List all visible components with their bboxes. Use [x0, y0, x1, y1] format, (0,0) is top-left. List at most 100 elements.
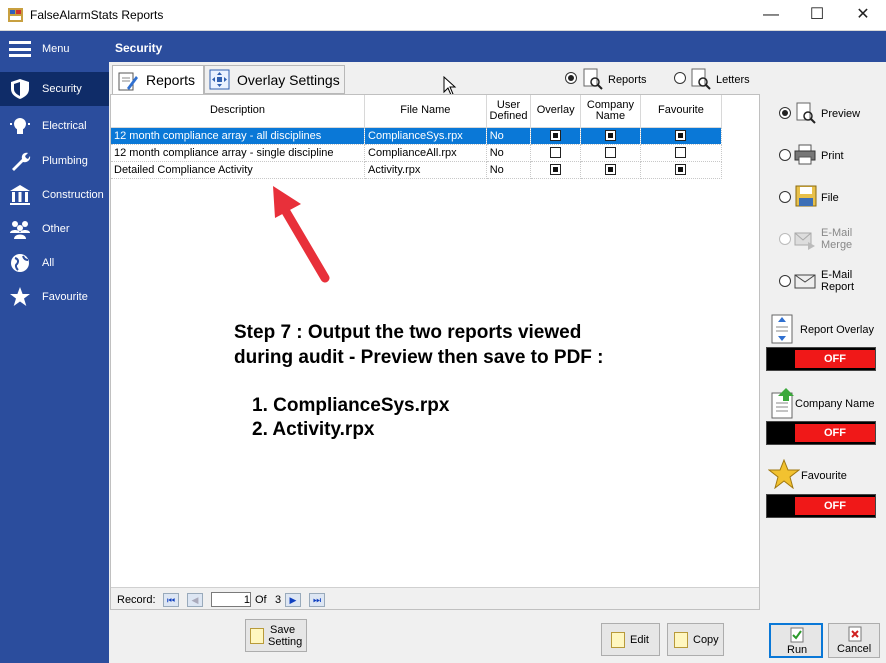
record-navigator: Record: ⏮ ◀ Of 3 ▶ ⏭	[111, 587, 759, 609]
email-merge-radio[interactable]	[779, 233, 791, 245]
title-bar: FalseAlarmStats Reports — ☐ ✕	[0, 0, 886, 31]
header-text: Defined	[489, 109, 528, 122]
run-button[interactable]: Run	[769, 623, 823, 658]
cell-favourite	[640, 144, 723, 162]
next-record-button[interactable]: ▶	[285, 593, 301, 607]
overlay-checkbox[interactable]	[550, 130, 562, 142]
email-merge-label: E-Mail	[821, 227, 853, 239]
tab-overlay-settings[interactable]: Overlay Settings	[204, 65, 345, 94]
print-label: Print	[821, 150, 844, 162]
cell-file-name: Activity.rpx	[364, 161, 487, 179]
save-setting-icon	[250, 628, 264, 644]
star-icon	[10, 287, 30, 306]
annotation-arrow	[273, 186, 330, 283]
menu-toggle[interactable]: Menu	[0, 31, 109, 68]
last-record-button[interactable]: ⏭	[309, 593, 325, 607]
cell-favourite	[640, 161, 723, 179]
step-instruction-line2: during audit - Preview then save to PDF …	[234, 347, 604, 368]
sidebar-item-electrical[interactable]: Electrical	[0, 109, 109, 143]
globe-icon	[11, 254, 29, 272]
previous-record-button[interactable]: ◀	[187, 593, 203, 607]
print-radio[interactable]	[779, 149, 791, 161]
sidebar-item-label: Plumbing	[42, 155, 88, 167]
save-setting-button[interactable]: Save Setting	[245, 619, 307, 652]
cancel-label: Cancel	[837, 643, 872, 655]
record-number-input[interactable]	[211, 592, 251, 607]
favourite-toggle[interactable]: OFF	[766, 494, 876, 518]
edit-label: Edit	[630, 634, 649, 646]
file-label: File	[821, 192, 839, 204]
maximize-button[interactable]: ☐	[794, 0, 840, 30]
column-header-overlay[interactable]: Overlay	[530, 95, 581, 128]
company-name-checkbox[interactable]	[604, 147, 616, 159]
cell-company-name	[580, 127, 641, 145]
edit-button[interactable]: Edit	[601, 623, 660, 656]
reports-mode-label: Reports	[608, 74, 647, 86]
app-icon	[8, 8, 23, 22]
letters-mode-radio[interactable]	[674, 72, 686, 84]
favourite-checkbox[interactable]	[675, 164, 687, 176]
wrench-icon	[12, 152, 31, 171]
edit-icon	[611, 632, 625, 648]
close-button[interactable]: ✕	[840, 0, 886, 30]
file-radio[interactable]	[779, 191, 791, 203]
company-name-checkbox[interactable]	[604, 130, 616, 142]
window-title: FalseAlarmStats Reports	[30, 8, 164, 22]
toggle-state: OFF	[795, 424, 875, 442]
sidebar-item-all[interactable]: All	[0, 246, 109, 280]
mouse-cursor-icon	[443, 76, 457, 96]
favourite-checkbox[interactable]	[675, 147, 687, 159]
sidebar-item-plumbing[interactable]: Plumbing	[0, 144, 109, 178]
cell-company-name	[580, 144, 641, 162]
first-record-button[interactable]: ⏮	[163, 593, 179, 607]
column-header-file-name[interactable]: File Name	[364, 95, 487, 128]
overlay-checkbox[interactable]	[550, 147, 562, 159]
email-merge-icon	[794, 232, 815, 250]
company-name-toggle[interactable]: OFF	[766, 421, 876, 445]
people-icon	[10, 221, 30, 239]
preview-label: Preview	[821, 108, 861, 120]
preview-icon	[796, 102, 816, 124]
column-header-favourite[interactable]: Favourite	[640, 95, 723, 128]
table-row[interactable]: 12 month compliance array - single disci…	[111, 144, 723, 162]
minimize-button[interactable]: —	[748, 0, 794, 30]
building-icon	[10, 185, 30, 205]
column-header-description[interactable]: Description	[111, 95, 366, 128]
column-header-user-defined[interactable]: User Defined	[486, 95, 532, 128]
column-header-company-name[interactable]: Company Name	[580, 95, 641, 128]
copy-label: Copy	[693, 634, 719, 646]
run-label: Run	[787, 644, 808, 656]
cancel-button[interactable]: Cancel	[828, 623, 880, 658]
sidebar: Menu Security Electrical Plumbing Constr…	[0, 31, 109, 663]
email-report-label: Report	[821, 281, 855, 293]
hamburger-icon	[9, 41, 31, 57]
shield-icon	[11, 79, 29, 99]
table-header-row: Description File Name User Defined Overla…	[111, 95, 723, 128]
sidebar-item-label: Other	[42, 223, 70, 235]
sidebar-item-label: All	[42, 257, 55, 269]
company-name-label: Company Name	[795, 398, 875, 410]
copy-button[interactable]: Copy	[667, 623, 724, 656]
table-row[interactable]: Detailed Compliance Activity Activity.rp…	[111, 161, 723, 179]
cell-overlay	[530, 127, 581, 145]
reports-mode-radio[interactable]	[565, 72, 577, 84]
tab-reports[interactable]: Reports	[112, 65, 204, 96]
cell-description: 12 month compliance array - single disci…	[111, 144, 366, 162]
sidebar-item-other[interactable]: Other	[0, 212, 109, 246]
letter-preview-icon	[691, 68, 711, 90]
preview-radio[interactable]	[779, 107, 791, 119]
company-name-checkbox[interactable]	[604, 164, 616, 176]
of-label: Of	[255, 594, 267, 606]
favourite-label: Favourite	[801, 470, 847, 482]
table-row[interactable]: 12 month compliance array - all discipli…	[111, 127, 723, 145]
email-report-radio[interactable]	[779, 275, 791, 287]
sidebar-item-security[interactable]: Security	[0, 72, 109, 106]
favourite-checkbox[interactable]	[675, 130, 687, 142]
sidebar-item-favourite[interactable]: Favourite	[0, 280, 109, 314]
sidebar-item-label: Favourite	[42, 291, 88, 303]
report-overlay-toggle[interactable]: OFF	[766, 347, 876, 371]
sidebar-item-construction[interactable]: Construction	[0, 178, 109, 212]
overlay-checkbox[interactable]	[550, 164, 562, 176]
cell-company-name	[580, 161, 641, 179]
cell-user-defined: No	[486, 161, 532, 179]
